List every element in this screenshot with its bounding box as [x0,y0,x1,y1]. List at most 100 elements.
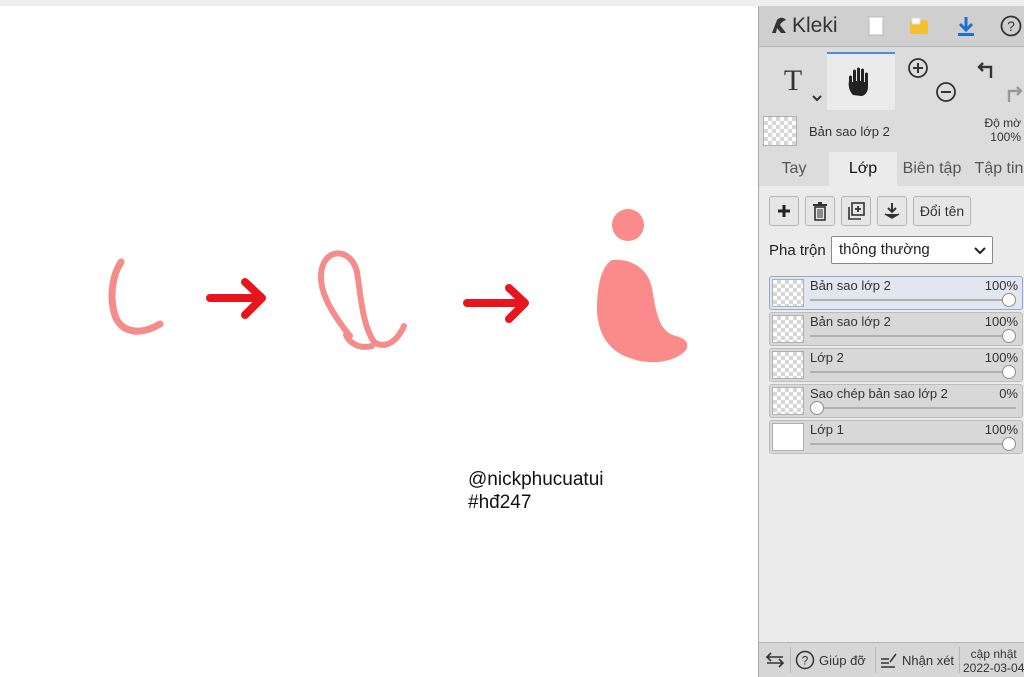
drawing-canvas[interactable]: @nickphucuatui #hđ247 [0,6,758,677]
caption-hashtag: #hđ247 [468,492,532,513]
layer-name: Bản sao lớp 2 [810,314,891,329]
arrow-1 [206,278,266,319]
canvas-caption: @nickphucuatui #hđ247 [468,468,603,514]
help-icon[interactable]: ? [999,14,1023,38]
swap-side-button[interactable] [765,643,785,677]
footer-divider [790,647,791,673]
download-icon[interactable] [954,14,978,38]
stroke-letter-loop [317,250,407,350]
caption-handle: @nickphucuatui [468,469,604,490]
stroke-letter-l [108,258,164,335]
layer-row[interactable]: Lớp 1 100% [769,420,1023,454]
svg-text:?: ? [1007,18,1015,34]
layer-row[interactable]: Lớp 2 100% [769,348,1023,382]
sidebar-footer: ? Giúp đỡ Nhận xét cập nhật 2022-03-04 [759,642,1024,677]
undo-button[interactable] [975,56,1001,84]
layer-row[interactable]: Bản sao lớp 2 100% [769,276,1023,310]
tab-edit[interactable]: Biên tập [897,152,967,186]
chevron-down-icon [974,238,986,264]
current-layer-info: Bản sao lớp 2 Độ mờ 100% [759,110,1024,152]
letter-i-body [596,259,688,363]
tab-layers[interactable]: Lớp [829,152,897,186]
swap-arrows-icon [765,652,785,668]
arrow-2 [463,284,529,323]
layer-name: Bản sao lớp 2 [810,278,891,293]
layer-opacity-track [810,407,1016,409]
layer-thumbnail [772,315,804,343]
svg-text:?: ? [802,654,809,668]
footer-divider [959,647,960,673]
layer-opacity-track [810,371,1016,373]
redo-icon [1007,86,1023,102]
update-label: cập nhật [970,647,1017,661]
kleki-logo-icon [772,17,786,33]
merge-down-button[interactable] [877,196,907,226]
layer-opacity: 0% [999,386,1018,401]
sidebar-panel: Kleki ? T Bản sao lớp 2 Độ mờ 100% Tay L… [758,6,1024,677]
layer-thumbnail [772,351,804,379]
layer-opacity-slider[interactable] [1002,437,1016,451]
tab-brush[interactable]: Tay [759,152,829,186]
new-file-icon[interactable] [864,14,888,38]
letter-i-dot [612,209,644,241]
current-layer-name: Bản sao lớp 2 [809,124,890,139]
blend-mode-select[interactable]: thông thường [831,236,993,264]
layer-opacity-track [810,299,1016,301]
zoom-out-icon [936,82,956,102]
update-info[interactable]: cập nhật 2022-03-04 [963,647,1024,675]
hand-tool-icon [848,67,868,96]
layer-opacity-slider[interactable] [810,401,824,415]
sidebar-top-bar: Kleki ? [759,6,1024,47]
layer-row[interactable]: Bản sao lớp 2 100% [769,312,1023,346]
app-name: Kleki [792,14,838,37]
current-layer-opacity: Độ mờ 100% [984,116,1021,144]
layer-opacity: 100% [984,422,1018,437]
help-circle-icon: ? [795,650,815,670]
feedback-icon [881,653,897,668]
layer-thumbnail [772,387,804,415]
help-button[interactable]: ? Giúp đỡ [795,643,866,677]
layer-thumbnail [772,279,804,307]
layer-opacity: 100% [984,314,1018,329]
layer-opacity-track [810,443,1016,445]
update-date: 2022-03-04 [963,661,1024,675]
layer-row[interactable]: Sao chép bản sao lớp 2 0% [769,384,1023,418]
duplicate-layer-button[interactable] [841,196,871,226]
zoom-in-icon [908,58,928,78]
text-tool-icon: T [783,64,803,97]
open-folder-icon[interactable] [907,14,931,38]
layer-opacity-slider[interactable] [1002,329,1016,343]
chevron-down-icon[interactable] [811,94,823,102]
rename-layer-button[interactable]: Đổi tên [913,196,971,226]
layer-opacity-slider[interactable] [1002,293,1016,307]
delete-layer-button[interactable] [805,196,835,226]
footer-divider [875,647,876,673]
text-tool[interactable]: T [759,52,827,110]
delete-layer-icon [813,202,827,221]
add-layer-button[interactable] [769,196,799,226]
redo-button[interactable] [999,80,1024,108]
tab-file[interactable]: Tập tin [969,152,1024,186]
feedback-button[interactable]: Nhận xét [880,643,954,677]
blend-mode-value: thông thường [839,241,930,258]
duplicate-layer-icon [848,202,865,220]
sidebar-tabs: Tay Lớp Biên tập Tập tin [759,152,1024,186]
canvas-drawing [108,209,688,363]
hand-tool[interactable] [827,52,895,110]
layers-panel: Đổi tên Pha trộn thông thường Bản sao lớ… [759,186,1024,646]
layer-opacity-track [810,335,1016,337]
layer-thumbnail [772,423,804,451]
app-logo[interactable]: Kleki [769,12,838,40]
opacity-label: Độ mờ [984,116,1021,130]
tool-row: T [759,52,1024,110]
zoom-in-button[interactable] [905,54,931,82]
layer-name: Lớp 2 [810,350,844,365]
help-label: Giúp đỡ [819,652,866,668]
layer-opacity-slider[interactable] [1002,365,1016,379]
merge-down-icon [884,203,900,219]
layer-opacity: 100% [984,278,1018,293]
current-layer-thumbnail [763,116,797,146]
add-layer-icon [778,205,790,217]
zoom-out-button[interactable] [933,78,959,106]
layer-name: Sao chép bản sao lớp 2 [810,386,948,401]
